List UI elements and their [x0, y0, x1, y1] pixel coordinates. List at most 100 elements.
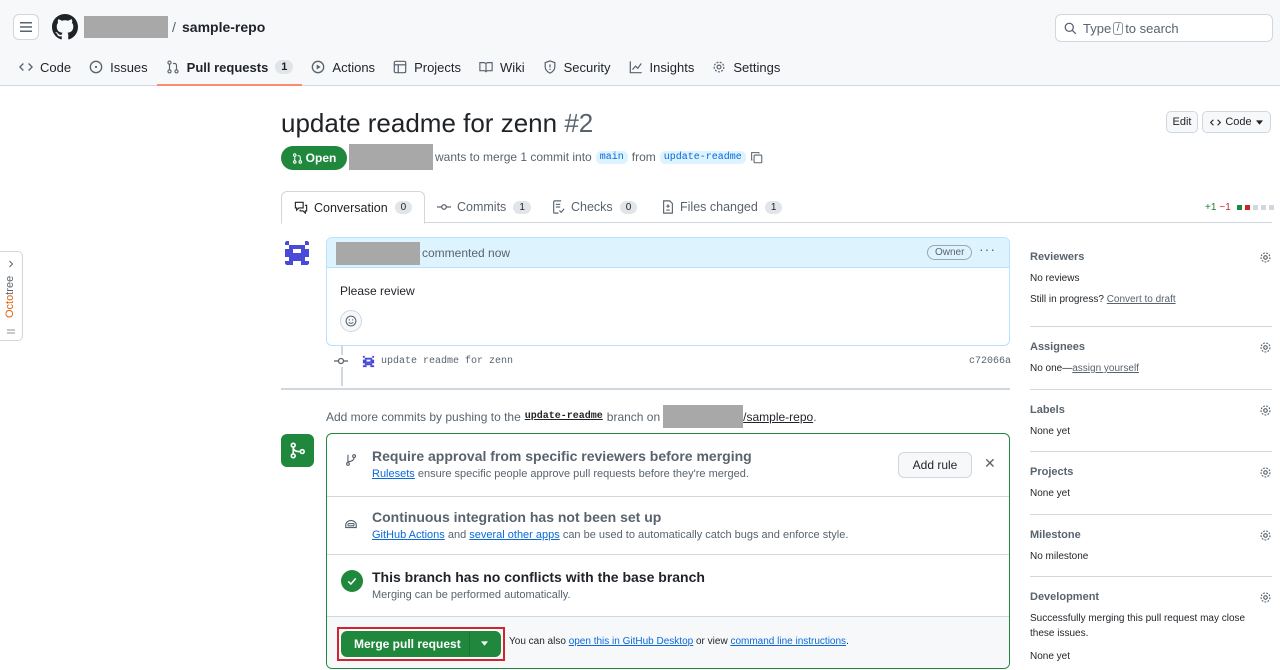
- github-logo-icon[interactable]: [52, 14, 78, 40]
- ci-and: and: [447, 529, 467, 541]
- search-input[interactable]: Type / to search: [1055, 14, 1273, 42]
- commit-sha-link[interactable]: c72066a: [969, 356, 1011, 367]
- copy-icon[interactable]: [750, 151, 763, 164]
- assign-yourself-link[interactable]: assign yourself: [1072, 363, 1139, 374]
- labels-title[interactable]: Labels: [1030, 404, 1065, 416]
- pr-title-text: update readme for zenn: [281, 108, 558, 138]
- add-rule-button[interactable]: Add rule: [898, 452, 972, 478]
- ci-description: GitHub Actions and several other apps ca…: [372, 529, 848, 541]
- tab-projects[interactable]: Projects: [384, 52, 470, 82]
- gear-icon[interactable]: [1259, 341, 1272, 354]
- commenter-name-redacted[interactable]: [336, 242, 420, 265]
- author-name-redacted[interactable]: [349, 144, 433, 170]
- repo-name-link[interactable]: sample-repo: [182, 19, 265, 35]
- convert-to-draft-link[interactable]: Convert to draft: [1107, 294, 1176, 305]
- search-prefix: Type: [1083, 20, 1112, 36]
- octotree-toggle[interactable]: Octotree: [0, 251, 23, 341]
- pr-meta-from: from: [631, 150, 656, 164]
- commit-author-avatar[interactable]: [361, 354, 376, 369]
- pr-state-badge: Open: [281, 146, 347, 170]
- tab-conversation[interactable]: Conversation 0: [281, 191, 426, 224]
- tab-settings-label: Settings: [733, 59, 781, 75]
- add-reaction-button[interactable]: [340, 310, 362, 332]
- projects-title[interactable]: Projects: [1030, 466, 1073, 478]
- open-desktop-link[interactable]: open this in GitHub Desktop: [569, 636, 694, 647]
- push-owner-redacted[interactable]: [663, 405, 744, 428]
- other-apps-link[interactable]: several other apps: [469, 529, 560, 541]
- gear-icon: [713, 61, 725, 73]
- tab-checks[interactable]: Checks 0: [540, 191, 649, 223]
- tab-projects-label: Projects: [414, 59, 462, 75]
- diffstat-block-neutral: [1268, 205, 1274, 210]
- gear-icon[interactable]: [1259, 529, 1272, 542]
- reviewers-draft-hint: Still in progress? Convert to draft: [1030, 294, 1176, 305]
- tab-settings[interactable]: Settings: [703, 52, 789, 82]
- diffstat-block-del: [1244, 205, 1250, 210]
- smiley-icon: [345, 315, 357, 327]
- ruleset-title: Require approval from specific reviewers…: [372, 448, 752, 464]
- git-commit-icon: [437, 204, 451, 210]
- development-line1: Successfully merging this pull request m…: [1030, 613, 1246, 624]
- ci-description-text: can be used to automatically catch bugs …: [562, 529, 849, 541]
- commit-message-link[interactable]: update readme for zenn: [381, 356, 513, 367]
- triangle-down-icon: [1255, 119, 1263, 125]
- tab-security[interactable]: Security: [534, 52, 620, 82]
- conflict-title: This branch has no conflicts with the ba…: [372, 569, 705, 585]
- tab-commits[interactable]: Commits 1: [425, 191, 543, 223]
- merge-alt-suffix: .: [846, 636, 849, 647]
- triangle-down-icon[interactable]: [481, 641, 488, 646]
- labels-status: None yet: [1030, 426, 1071, 437]
- ruleset-description-text: ensure specific people approve pull requ…: [417, 468, 749, 480]
- head-branch-label[interactable]: update-readme: [659, 150, 746, 164]
- tab-files-changed-label: Files changed: [680, 200, 758, 214]
- command-line-link[interactable]: command line instructions: [730, 636, 846, 647]
- ruleset-suggestion: Require approval from specific reviewers…: [327, 434, 1009, 497]
- assignees-status: No one—assign yourself: [1030, 363, 1139, 374]
- timeline-separator: [281, 388, 1010, 390]
- base-branch-label[interactable]: main: [595, 150, 628, 164]
- edit-button[interactable]: Edit: [1166, 111, 1198, 133]
- github-actions-link[interactable]: GitHub Actions: [372, 529, 445, 541]
- tab-issues-label: Issues: [110, 59, 148, 75]
- tab-pull-requests[interactable]: Pull requests 1: [156, 52, 303, 86]
- push-repo-link[interactable]: /sample-repo: [743, 410, 813, 424]
- kebab-menu-icon[interactable]: ···: [979, 241, 996, 257]
- comment-timestamp[interactable]: commented now: [422, 246, 510, 260]
- tab-code-label: Code: [40, 59, 72, 75]
- push-hint-suffix: .: [813, 409, 817, 424]
- rulesets-link[interactable]: Rulesets: [372, 468, 415, 480]
- merge-actions: Merge pull request You can also open thi…: [327, 617, 1009, 668]
- code-dropdown-button[interactable]: Code: [1202, 111, 1271, 133]
- gear-icon[interactable]: [1259, 591, 1272, 604]
- reviewers-title[interactable]: Reviewers: [1030, 251, 1084, 263]
- gear-icon[interactable]: [1259, 251, 1272, 264]
- merge-pull-request-button[interactable]: Merge pull request: [341, 631, 501, 657]
- tab-insights[interactable]: Insights: [620, 52, 704, 82]
- tab-files-changed[interactable]: Files changed 1: [650, 191, 794, 223]
- development-line2: these issues.: [1030, 628, 1089, 639]
- avatar[interactable]: [281, 237, 313, 269]
- gear-icon[interactable]: [1259, 404, 1272, 417]
- check-circle-icon: [341, 570, 363, 592]
- chevron-right-icon: [9, 260, 14, 268]
- search-suffix: to search: [1125, 20, 1179, 36]
- assignees-title[interactable]: Assignees: [1030, 341, 1085, 353]
- merge-button-highlight: Merge pull request: [337, 627, 505, 661]
- tab-code[interactable]: Code: [10, 52, 80, 82]
- pull-requests-count: 1: [275, 60, 294, 74]
- close-icon[interactable]: ✕: [984, 455, 996, 472]
- milestone-title[interactable]: Milestone: [1030, 529, 1081, 541]
- pr-meta-text: wants to merge 1 commit into: [435, 150, 592, 164]
- tab-wiki[interactable]: Wiki: [470, 52, 534, 82]
- files-changed-count: 1: [764, 200, 783, 214]
- gear-icon[interactable]: [1259, 466, 1272, 479]
- file-diff-icon: [663, 200, 673, 214]
- search-shortcut-key: /: [1113, 21, 1124, 35]
- menu-button[interactable]: [13, 14, 39, 40]
- git-merge-icon: [281, 434, 314, 467]
- development-title[interactable]: Development: [1030, 591, 1099, 603]
- tab-issues[interactable]: Issues: [80, 52, 157, 82]
- tab-actions[interactable]: Actions: [302, 52, 384, 82]
- push-branch-link[interactable]: update-readme: [525, 411, 603, 422]
- owner-name-redacted[interactable]: [84, 16, 168, 38]
